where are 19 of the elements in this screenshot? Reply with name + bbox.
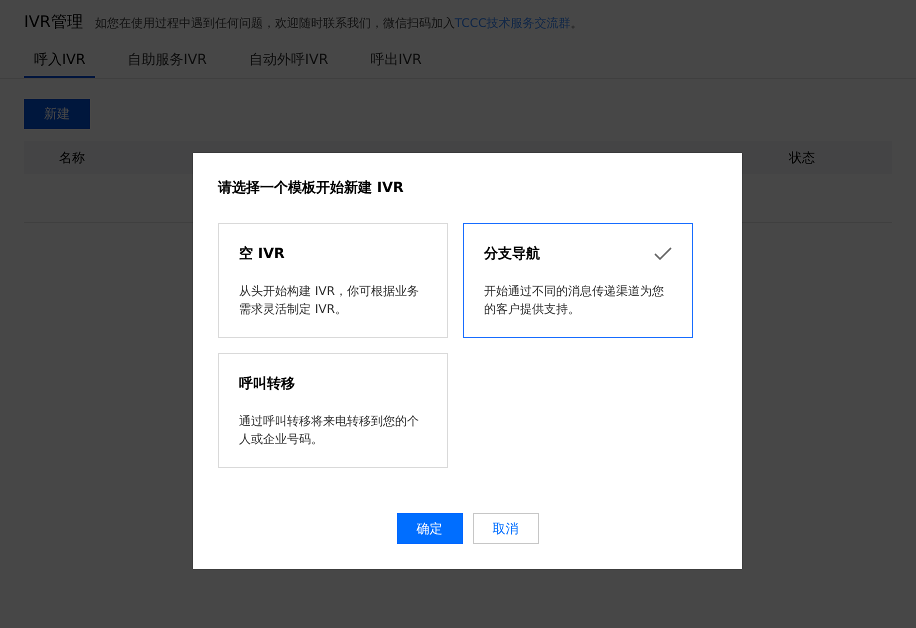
tab[interactable]: 呼出IVR [360,45,432,78]
column-header: 名称 [58,150,86,166]
dialog-title: 请选择一个模板开始新建 IVR [218,179,405,197]
template-card[interactable]: 分支导航 开始通过不同的消息传递渠道为您的客户提供支持。 [463,223,693,338]
template-description: 从头开始构建 IVR，你可根据业务需求灵活制定 IVR。 [239,283,420,318]
check-icon [654,247,672,261]
template-title: 空 IVR [239,245,285,263]
template-title: 分支导航 [484,245,540,263]
template-description: 开始通过不同的消息传递渠道为您的客户提供支持。 [484,283,665,318]
column-header: 状态 [788,150,816,166]
template-card[interactable]: 呼叫转移 通过呼叫转移将来电转移到您的个人或企业号码。 [218,353,448,468]
tab[interactable]: 自助服务IVR [117,45,217,78]
page-title: IVR管理 [24,12,83,33]
template-description: 通过呼叫转移将来电转移到您的个人或企业号码。 [239,413,420,448]
cancel-button[interactable]: 取消 [472,513,538,544]
tab[interactable]: 自动外呼IVR [238,45,338,78]
template-card[interactable]: 空 IVR 从头开始构建 IVR，你可根据业务需求灵活制定 IVR。 [218,223,448,338]
template-title: 呼叫转移 [239,375,295,393]
confirm-button[interactable]: 确定 [396,513,462,544]
